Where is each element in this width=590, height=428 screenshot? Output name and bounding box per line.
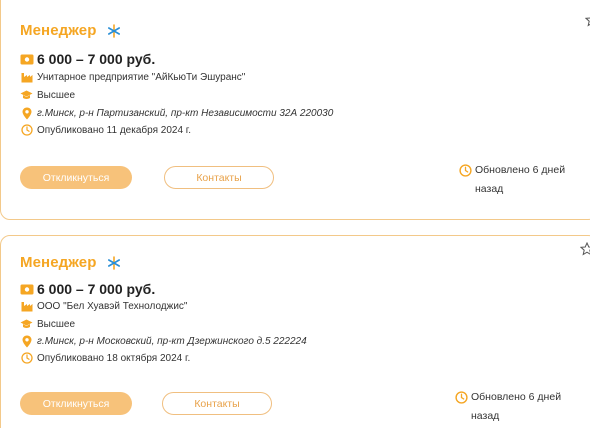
contacts-button[interactable]: Контакты — [162, 392, 272, 415]
education-row: Высшее — [20, 89, 75, 101]
vacancy-title[interactable]: Менеджер — [20, 254, 97, 271]
updated-info: Обновлено 6 дней назад — [455, 388, 581, 426]
title-row: Менеджер — [20, 254, 121, 271]
snowflake-icon — [107, 255, 120, 270]
address: г.Минск, р-н Московский, пр-кт Дзержинск… — [37, 335, 307, 347]
apply-button[interactable]: Откликнуться — [20, 392, 132, 415]
address-row: г.Минск, р-н Партизанский, пр-кт Независ… — [20, 107, 333, 119]
company-row: ООО "Бел Хуавэй Технолоджис" — [20, 300, 187, 312]
star-icon[interactable] — [580, 242, 590, 256]
salary: 6 000 – 7 000 руб. — [37, 51, 156, 67]
published-date: Опубликовано 11 декабря 2024 г. — [37, 124, 191, 136]
company-icon — [20, 71, 33, 83]
contacts-button[interactable]: Контакты — [164, 166, 274, 189]
published-row: Опубликовано 18 октября 2024 г. — [20, 352, 190, 364]
address: г.Минск, р-н Партизанский, пр-кт Независ… — [37, 107, 334, 119]
salary-row: 6 000 – 7 000 руб. — [20, 51, 155, 67]
clock-icon — [459, 164, 472, 177]
star-icon[interactable] — [585, 13, 590, 27]
updated-info: Обновлено 6 дней назад — [459, 161, 585, 199]
vacancy-card[interactable]: Менеджер 6 000 – 7 000 руб. — [0, 235, 590, 428]
clock-icon — [20, 124, 33, 136]
education-icon — [20, 318, 33, 330]
published-row: Опубликовано 11 декабря 2024 г. — [20, 124, 191, 136]
education-icon — [20, 89, 33, 101]
company-row: Унитарное предприятие "АйКьюТи Эшуранс" — [20, 71, 245, 83]
updated-text: Обновлено 6 дней назад — [471, 391, 562, 422]
address-row: г.Минск, р-н Московский, пр-кт Дзержинск… — [20, 335, 307, 347]
title-row: Менеджер — [20, 22, 121, 39]
snowflake-icon — [107, 23, 120, 38]
location-icon — [20, 107, 33, 119]
money-icon — [20, 284, 34, 294]
salary-row: 6 000 – 7 000 руб. — [20, 281, 155, 297]
published-date: Опубликовано 18 октября 2024 г. — [37, 352, 191, 364]
vacancy-list: Менеджер 6 000 – 7 000 руб. Унитарное пр… — [0, 0, 590, 428]
clock-icon — [20, 352, 33, 364]
money-icon — [20, 54, 34, 64]
vacancy-title[interactable]: Менеджер — [20, 22, 97, 39]
education-row: Высшее — [20, 318, 75, 330]
location-icon — [20, 335, 33, 347]
company-icon — [20, 300, 33, 312]
apply-button[interactable]: Откликнуться — [20, 166, 132, 189]
education-level: Высшее — [37, 89, 76, 101]
education-level: Высшее — [37, 318, 76, 330]
updated-text: Обновлено 6 дней назад — [475, 164, 566, 195]
company-name[interactable]: ООО "Бел Хуавэй Технолоджис" — [37, 301, 187, 312]
clock-icon — [455, 391, 468, 404]
company-name[interactable]: Унитарное предприятие "АйКьюТи Эшуранс" — [37, 72, 245, 83]
salary: 6 000 – 7 000 руб. — [37, 281, 156, 297]
vacancy-card[interactable]: Менеджер 6 000 – 7 000 руб. — [0, 0, 590, 220]
